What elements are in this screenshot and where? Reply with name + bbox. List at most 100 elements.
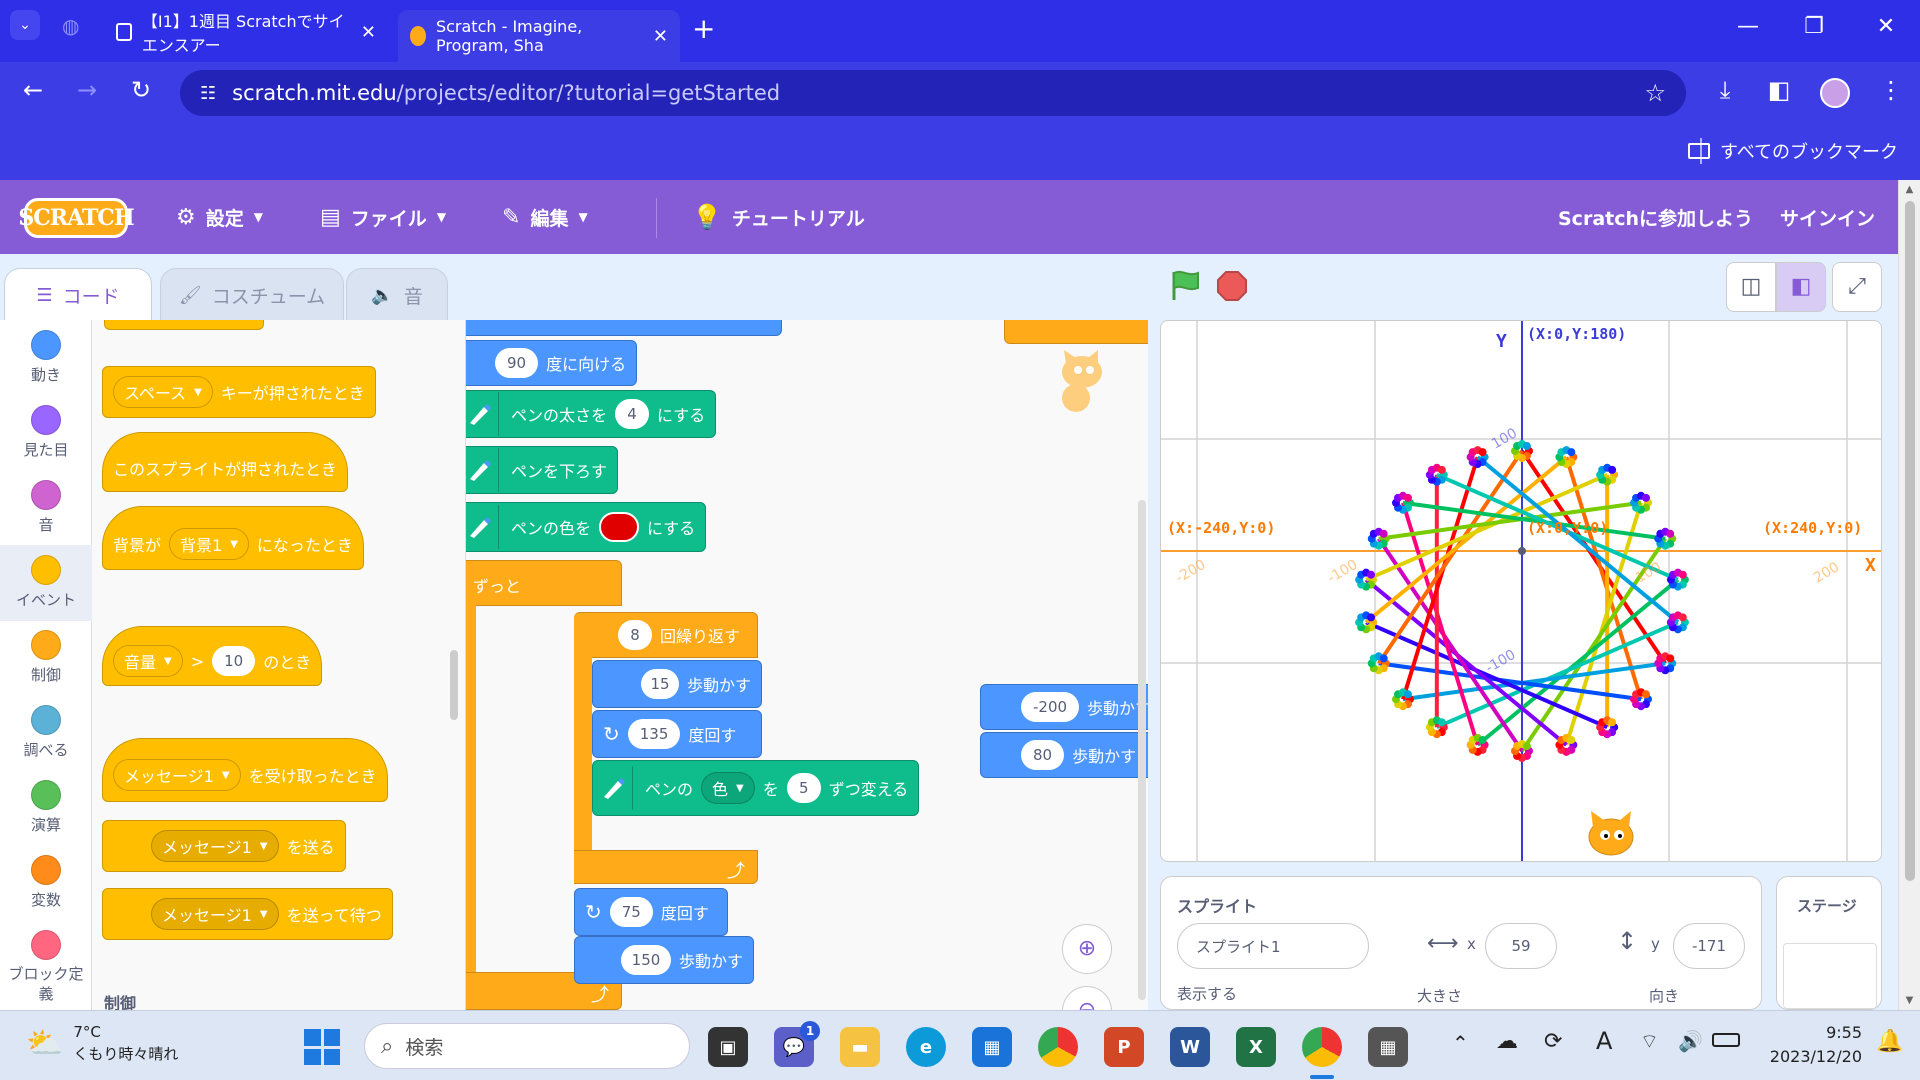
pen-param-dropdown[interactable]: 色 ▼ bbox=[701, 772, 755, 804]
edge-icon[interactable]: e bbox=[906, 1027, 946, 1067]
tab-costumes[interactable]: 🖌 コスチューム bbox=[160, 268, 344, 322]
taskbar-search[interactable]: ⌕ 検索 bbox=[364, 1023, 690, 1069]
loudness-dropdown[interactable]: 音量 ▼ bbox=[113, 645, 183, 677]
block-partial-right[interactable] bbox=[1004, 320, 1148, 344]
start-button[interactable] bbox=[304, 1029, 340, 1065]
category-variables[interactable]: 変数 bbox=[0, 855, 92, 927]
file-menu[interactable]: ▤ ファイル ▼ bbox=[320, 180, 446, 254]
tab-sounds[interactable]: 🔈 音 bbox=[346, 268, 448, 322]
menu-kebab-icon[interactable]: ⋮ bbox=[1874, 76, 1908, 104]
block-set-pen-color[interactable]: ペンの色を にする bbox=[466, 502, 707, 552]
volume-icon[interactable]: 🔊 bbox=[1678, 1029, 1703, 1053]
chrome-icon[interactable] bbox=[1038, 1027, 1078, 1067]
normal-stage-button[interactable]: ◧ bbox=[1776, 262, 1826, 312]
pen-size-input[interactable]: 4 bbox=[615, 399, 650, 429]
zoom-out-button[interactable]: ⊖ bbox=[1062, 986, 1112, 1010]
block-turn-right-2[interactable]: ↻ 75 度回す bbox=[574, 888, 728, 936]
message-dropdown[interactable]: メッセージ1 ▼ bbox=[151, 898, 279, 930]
small-stage-button[interactable]: ◫ bbox=[1726, 262, 1776, 312]
ime-icon[interactable]: A bbox=[1596, 1027, 1612, 1055]
steps-input[interactable]: -200 bbox=[1021, 692, 1080, 722]
scratch-logo[interactable]: SCRATCH bbox=[18, 198, 135, 238]
fullscreen-button[interactable]: ⤢ bbox=[1832, 262, 1882, 312]
all-bookmarks-button[interactable]: すべてのブックマーク bbox=[1687, 138, 1898, 164]
sign-in-link[interactable]: サインイン bbox=[1780, 180, 1875, 254]
block-turn-right[interactable]: ↻ 135 度回す bbox=[592, 710, 762, 758]
onedrive-icon[interactable]: ☁ bbox=[1496, 1029, 1518, 1054]
block-when-key-pressed[interactable]: スペース ▼ キーが押されたとき bbox=[102, 366, 376, 418]
battery-icon[interactable] bbox=[1712, 1033, 1740, 1047]
sprite-cat-thumbnail[interactable] bbox=[1048, 350, 1112, 418]
scroll-up-icon[interactable]: ▲ bbox=[1899, 180, 1920, 195]
x-position-input[interactable]: 59 bbox=[1485, 923, 1557, 969]
y-position-input[interactable]: -171 bbox=[1673, 923, 1745, 969]
tray-chevron-icon[interactable]: ⌃ bbox=[1452, 1031, 1469, 1055]
category-sensing[interactable]: 調べる bbox=[0, 705, 92, 777]
back-icon[interactable]: ← bbox=[16, 76, 50, 104]
browser-tab-scratch[interactable]: Scratch - Imagine, Program, Sha ✕ bbox=[398, 10, 680, 62]
category-operators[interactable]: 演算 bbox=[0, 780, 92, 852]
block-partial-top[interactable] bbox=[466, 320, 782, 336]
direction-input[interactable]: 90 bbox=[495, 348, 539, 378]
degrees-input[interactable]: 135 bbox=[627, 719, 681, 749]
profile-avatar[interactable] bbox=[1820, 78, 1850, 108]
block-change-pen-color[interactable]: ペンの 色 ▼ を 5 ずつ変える bbox=[592, 760, 920, 816]
page-scrollbar[interactable]: ▲ ▼ bbox=[1898, 180, 1920, 1010]
excel-icon[interactable]: X bbox=[1236, 1027, 1276, 1067]
pen-change-input[interactable]: 5 bbox=[786, 773, 821, 803]
stage-thumbnail[interactable] bbox=[1783, 943, 1877, 1009]
degrees-input[interactable]: 75 bbox=[609, 897, 653, 927]
stop-button[interactable] bbox=[1216, 270, 1248, 302]
close-tab-icon[interactable]: ✕ bbox=[653, 26, 668, 47]
restore-icon[interactable]: ❐ bbox=[1794, 14, 1834, 39]
edit-menu[interactable]: ✎ 編集 ▼ bbox=[502, 180, 588, 254]
steps-input[interactable]: 15 bbox=[641, 669, 679, 699]
block-pen-down[interactable]: ペンを下ろす bbox=[466, 446, 619, 494]
category-my-blocks[interactable]: ブロック定義 bbox=[0, 930, 92, 1010]
powerpoint-icon[interactable]: P bbox=[1104, 1027, 1144, 1067]
palette-scrollbar[interactable] bbox=[450, 650, 458, 720]
zoom-in-button[interactable]: ⊕ bbox=[1062, 924, 1112, 974]
bookmark-star-icon[interactable]: ☆ bbox=[1644, 79, 1666, 107]
block-move-steps-2[interactable]: 150 歩動かす bbox=[574, 936, 754, 984]
chat-icon[interactable]: 💬 1 bbox=[774, 1021, 820, 1067]
steps-input[interactable]: 80 bbox=[1021, 740, 1065, 770]
weather-widget[interactable]: ⛅ 7°C くもり時々晴れ bbox=[26, 1021, 178, 1065]
loudness-value-input[interactable]: 10 bbox=[212, 646, 256, 676]
word-icon[interactable]: W bbox=[1170, 1027, 1210, 1067]
scroll-thumb[interactable] bbox=[1904, 201, 1915, 881]
block-when-message-received[interactable]: メッセージ1 ▼ を受け取ったとき bbox=[102, 738, 388, 802]
download-icon[interactable]: ⤓ bbox=[1708, 76, 1742, 104]
script-scrollbar[interactable] bbox=[1138, 500, 1146, 1000]
stage-canvas[interactable]: Y X (X:0,Y:180) (X:-240,Y:0) (X:0,Y:0) (… bbox=[1160, 320, 1882, 862]
sprite-name-input[interactable]: スプライト1 bbox=[1177, 923, 1369, 969]
pen-color-swatch[interactable] bbox=[599, 512, 640, 542]
block-loose-move-2[interactable]: 80 歩動かす bbox=[980, 732, 1148, 778]
green-flag-button[interactable] bbox=[1168, 268, 1202, 302]
tab-code[interactable]: ☰ コード bbox=[4, 268, 152, 322]
store-icon[interactable]: ▦ bbox=[972, 1027, 1012, 1067]
calculator-icon[interactable]: ▦ bbox=[1368, 1027, 1408, 1067]
category-control[interactable]: 制御 bbox=[0, 630, 92, 702]
reload-icon[interactable]: ↻ bbox=[124, 76, 158, 104]
side-panel-icon[interactable]: ◧ bbox=[1762, 76, 1796, 104]
block-loose-move[interactable]: -200 歩動かす bbox=[980, 684, 1148, 730]
clock[interactable]: 9:55 2023/12/20 bbox=[1762, 1021, 1862, 1069]
task-view-icon[interactable]: ▣ bbox=[708, 1027, 748, 1067]
message-dropdown[interactable]: メッセージ1 ▼ bbox=[151, 830, 279, 862]
minimize-icon[interactable]: — bbox=[1728, 14, 1768, 39]
block-partial-top[interactable] bbox=[104, 320, 264, 330]
join-scratch-link[interactable]: Scratchに参加しよう bbox=[1558, 180, 1753, 254]
sync-icon[interactable]: ⟳ bbox=[1544, 1029, 1562, 1054]
file-explorer-icon[interactable]: ▬ bbox=[840, 1027, 880, 1067]
close-window-icon[interactable]: ✕ bbox=[1866, 14, 1906, 39]
key-dropdown[interactable]: スペース ▼ bbox=[113, 376, 213, 408]
chrome-profile-icon[interactable] bbox=[1302, 1027, 1342, 1067]
backdrop-dropdown[interactable]: 背景1 ▼ bbox=[169, 528, 249, 560]
category-motion[interactable]: 動き bbox=[0, 330, 92, 402]
category-looks[interactable]: 見た目 bbox=[0, 405, 92, 477]
wifi-icon[interactable]: ⌔ bbox=[1640, 1029, 1659, 1054]
block-set-pen-size[interactable]: ペンの太さを 4 にする bbox=[466, 390, 717, 438]
block-broadcast[interactable]: メッセージ1 ▼ を送る bbox=[102, 820, 346, 872]
block-forever[interactable]: ずっと bbox=[466, 560, 622, 606]
